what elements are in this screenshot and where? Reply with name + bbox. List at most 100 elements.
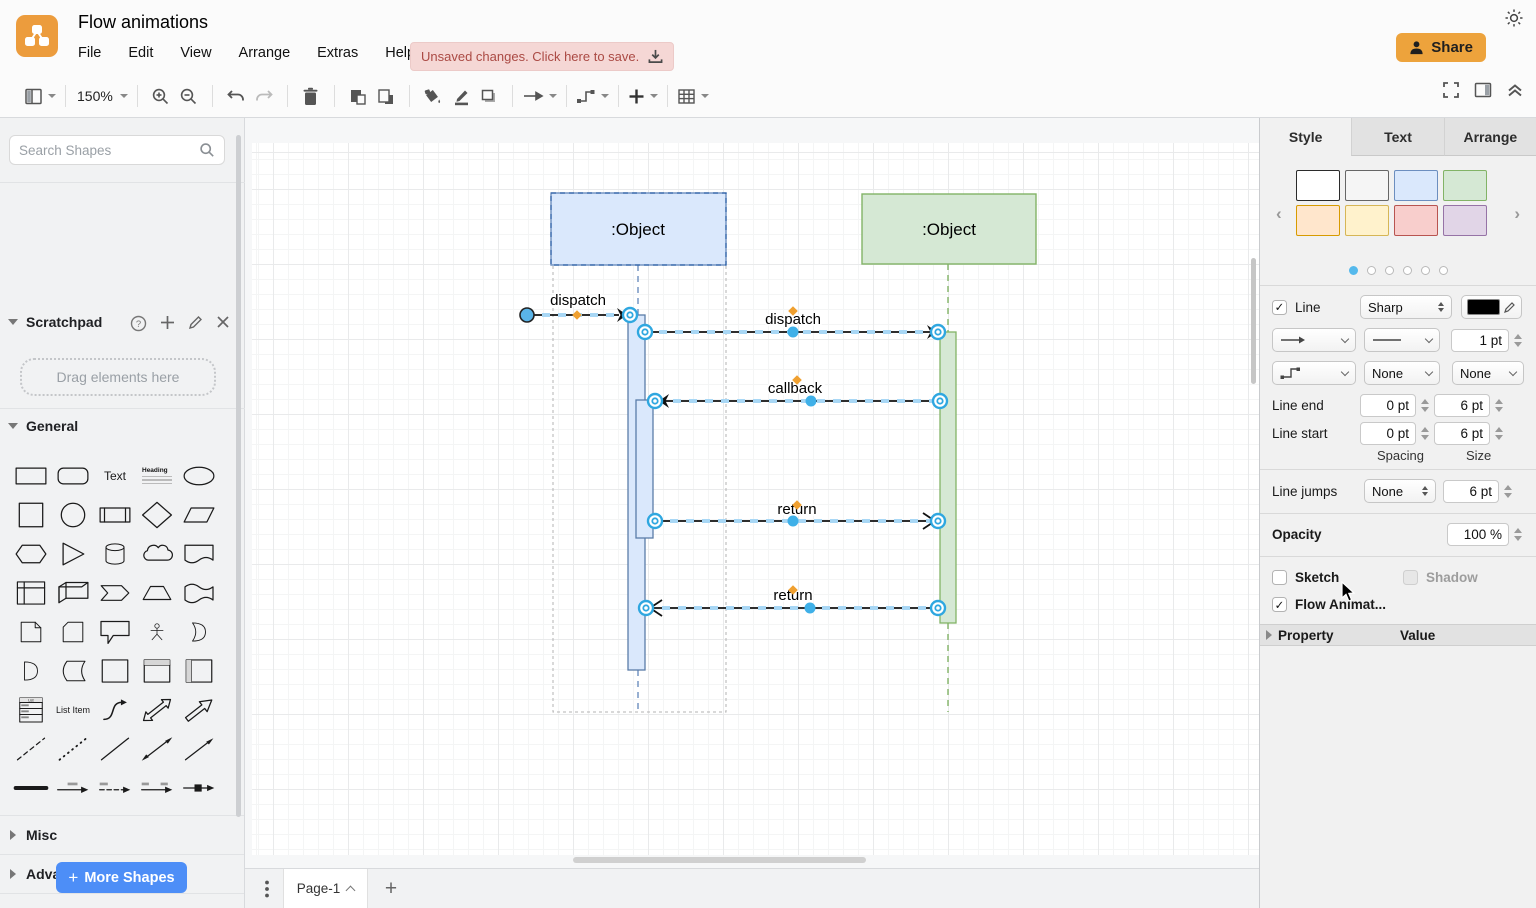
- section-basic[interactable]: Basic: [0, 893, 244, 908]
- sketch-checkbox[interactable]: [1272, 570, 1287, 585]
- share-button[interactable]: Share: [1396, 33, 1486, 62]
- shape-or[interactable]: [178, 612, 220, 651]
- preset-pager-dots[interactable]: [1260, 266, 1536, 275]
- undo-button[interactable]: [222, 81, 250, 111]
- edge-endpoint-handle[interactable]: [623, 308, 637, 322]
- redo-button[interactable]: [250, 81, 278, 111]
- shape-horizontal-container[interactable]: [178, 651, 220, 690]
- horizontal-scrollbar[interactable]: [573, 857, 866, 863]
- menu-file[interactable]: File: [78, 45, 101, 61]
- shape-curve[interactable]: [94, 690, 136, 729]
- shape-search[interactable]: [9, 135, 225, 165]
- shape-hexagon[interactable]: [10, 534, 52, 573]
- shape-triangle[interactable]: [52, 534, 94, 573]
- edge-dispatch-2[interactable]: dispatch: [638, 306, 945, 339]
- stepper[interactable]: [1418, 422, 1431, 445]
- shape-directional-connector[interactable]: [178, 729, 220, 768]
- to-back-button[interactable]: [372, 81, 400, 111]
- table-button[interactable]: [677, 81, 709, 111]
- insert-button[interactable]: [628, 81, 658, 111]
- shape-callout[interactable]: [94, 612, 136, 651]
- stepper[interactable]: [1501, 480, 1514, 503]
- edge-endpoint-handle[interactable]: [638, 325, 652, 339]
- search-input[interactable]: [19, 143, 199, 158]
- shape-data-storage[interactable]: [52, 651, 94, 690]
- pages-menu-button[interactable]: [255, 877, 279, 901]
- to-front-button[interactable]: [344, 81, 372, 111]
- edge-return-2[interactable]: return: [639, 585, 945, 616]
- edge-waypoint-handle[interactable]: [805, 603, 816, 614]
- shape-actor[interactable]: [136, 612, 178, 651]
- shape-cube[interactable]: [52, 573, 94, 612]
- shape-list[interactable]: List: [10, 690, 52, 729]
- preset-purple[interactable]: [1443, 205, 1487, 236]
- connection-ends-select[interactable]: [1272, 328, 1356, 352]
- line-color-button[interactable]: [447, 81, 475, 111]
- line-start-size-field[interactable]: 6 pt: [1434, 422, 1490, 445]
- scratchpad-dropzone[interactable]: Drag elements here: [20, 358, 216, 396]
- shape-diamond[interactable]: [136, 495, 178, 534]
- line-end-size-field[interactable]: 6 pt: [1434, 394, 1490, 417]
- document-title[interactable]: Flow animations: [78, 12, 208, 33]
- line-color-picker[interactable]: [1461, 295, 1522, 319]
- shape-text[interactable]: Text: [94, 456, 136, 495]
- close-scratchpad-icon[interactable]: [216, 315, 230, 329]
- shape-connector-with-symbol[interactable]: [178, 768, 220, 807]
- edge-dispatch-1[interactable]: dispatch: [520, 292, 637, 322]
- edge-callback[interactable]: callback: [648, 375, 947, 408]
- page-tab[interactable]: Page-1: [283, 869, 368, 908]
- delete-button[interactable]: [297, 81, 325, 111]
- menu-arrange[interactable]: Arrange: [239, 45, 291, 61]
- line-start-spacing-field[interactable]: 0 pt: [1360, 422, 1416, 445]
- help-icon[interactable]: ?: [130, 315, 147, 332]
- edge-endpoint-handle[interactable]: [639, 601, 653, 615]
- edge-endpoint-handle[interactable]: [648, 394, 662, 408]
- line-width-stepper[interactable]: [1511, 329, 1524, 352]
- zoom-in-button[interactable]: [147, 81, 175, 111]
- edge-endpoint-handle[interactable]: [648, 514, 662, 528]
- left-activation-bar[interactable]: [628, 315, 653, 670]
- shape-step[interactable]: [94, 573, 136, 612]
- line-jumps-size-field[interactable]: 6 pt: [1443, 480, 1499, 503]
- shape-square[interactable]: [10, 495, 52, 534]
- flow-animation-checkbox[interactable]: ✓: [1272, 597, 1287, 612]
- edge-waypoint-handle[interactable]: [788, 327, 799, 338]
- shadow-checkbox[interactable]: [1403, 570, 1418, 585]
- shape-vertical-container[interactable]: [136, 651, 178, 690]
- left-object-box[interactable]: :Object: [551, 193, 726, 265]
- shape-note[interactable]: [10, 612, 52, 651]
- menu-extras[interactable]: Extras: [317, 45, 358, 61]
- right-object-box[interactable]: :Object: [862, 194, 1036, 264]
- theme-toggle-button[interactable]: [1504, 8, 1524, 33]
- tab-text[interactable]: Text: [1351, 118, 1443, 156]
- collapse-toolbar-button[interactable]: [1506, 82, 1524, 98]
- fullscreen-button[interactable]: [1442, 81, 1460, 99]
- format-panel-toggle-button[interactable]: [1474, 82, 1492, 98]
- preset-blue[interactable]: [1394, 170, 1438, 201]
- waypoint-style-button[interactable]: [576, 81, 609, 111]
- line-style-select[interactable]: Sharp: [1360, 295, 1452, 319]
- preset-white[interactable]: [1296, 170, 1340, 201]
- line-end-spacing-field[interactable]: 0 pt: [1360, 394, 1416, 417]
- edge-endpoint-handle[interactable]: [520, 308, 534, 322]
- shape-dashed-line[interactable]: [10, 729, 52, 768]
- shape-container[interactable]: [94, 651, 136, 690]
- shape-card[interactable]: [52, 612, 94, 651]
- preset-gray[interactable]: [1345, 170, 1389, 201]
- edge-return-1[interactable]: return: [648, 500, 945, 529]
- drawio-logo-icon[interactable]: [16, 15, 58, 57]
- shape-process[interactable]: [94, 495, 136, 534]
- edit-scratchpad-icon[interactable]: [188, 315, 203, 330]
- edge-endpoint-handle[interactable]: [933, 394, 947, 408]
- shape-cloud[interactable]: [136, 534, 178, 573]
- shape-ellipse[interactable]: [178, 456, 220, 495]
- presets-prev-button[interactable]: ‹: [1276, 204, 1282, 224]
- shape-link[interactable]: [10, 768, 52, 807]
- zoom-out-button[interactable]: [175, 81, 203, 111]
- edge-endpoint-handle[interactable]: [931, 325, 945, 339]
- shape-parallelogram[interactable]: [178, 495, 220, 534]
- shadow-button[interactable]: [475, 81, 503, 111]
- shape-arrow[interactable]: [178, 690, 220, 729]
- shape-dotted-line[interactable]: [52, 729, 94, 768]
- waypoints-select[interactable]: [1272, 361, 1356, 385]
